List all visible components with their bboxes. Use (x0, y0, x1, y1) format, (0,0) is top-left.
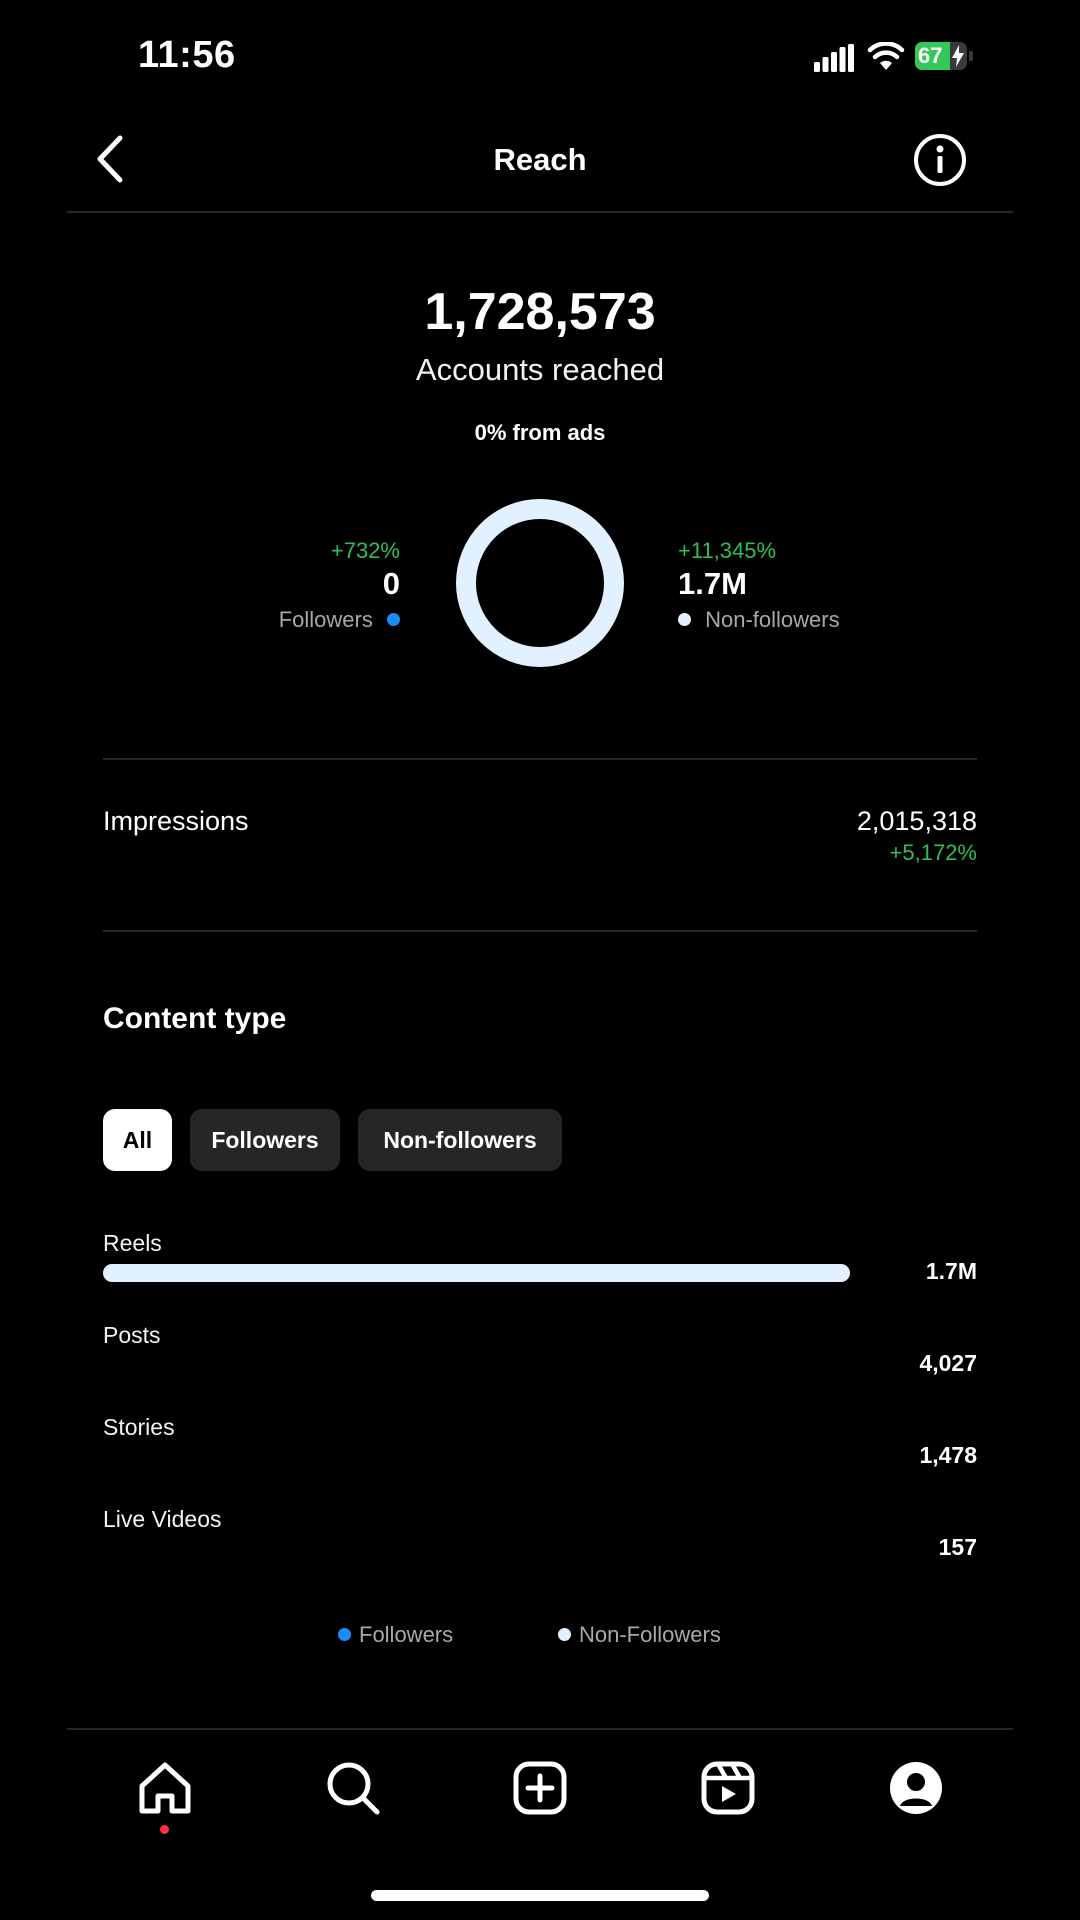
content-row-bar (103, 1448, 850, 1466)
reels-icon (701, 1761, 755, 1815)
non-followers-dot (678, 612, 691, 626)
followers-change: +732% (330, 538, 400, 563)
from-ads-label: 0% from ads (474, 420, 606, 445)
info-button[interactable] (913, 133, 967, 187)
followers-label: Followers (278, 607, 373, 632)
signal-icon (814, 44, 854, 72)
filter-non-followers-chip[interactable]: Non-followers (358, 1109, 562, 1171)
charging-bolt-icon (952, 45, 964, 67)
impressions-label: Impressions (103, 806, 249, 836)
content-row-value: 157 (938, 1534, 977, 1560)
nav-profile-button[interactable] (888, 1760, 944, 1816)
nav-divider (67, 1728, 1013, 1730)
non-followers-stat: +11,345% 1.7M Non-followers (678, 537, 918, 635)
legend-followers-label: Followers (359, 1622, 454, 1647)
followers-value: 0 (382, 566, 400, 601)
wifi-icon (867, 42, 905, 70)
followers-stat: +732% 0 Followers (200, 537, 400, 635)
filter-all-chip[interactable]: All (103, 1109, 172, 1171)
status-time: 11:56 (138, 34, 236, 76)
battery-indicator: 67 (915, 42, 967, 70)
non-followers-value: 1.7M (678, 566, 747, 601)
content-row-bar (103, 1540, 850, 1558)
home-indicator (371, 1890, 709, 1901)
content-type-title: Content type (103, 1002, 287, 1035)
search-icon (327, 1762, 380, 1815)
reels-bar-fill (103, 1264, 850, 1282)
content-row-label: Stories (103, 1414, 175, 1440)
nav-create-button[interactable] (512, 1760, 568, 1816)
create-icon (513, 1761, 567, 1815)
non-followers-change: +11,345% (678, 538, 777, 563)
content-row-bar (103, 1356, 850, 1374)
legend-non-followers: Non-Followers (558, 1622, 721, 1648)
content-row-bar (103, 1264, 850, 1282)
nav-home-button[interactable] (137, 1760, 193, 1816)
content-row-value: 1,478 (919, 1442, 977, 1468)
content-row-value: 1.7M (925, 1258, 977, 1284)
content-row-label: Reels (103, 1230, 162, 1256)
content-row-label: Live Videos (103, 1506, 222, 1532)
impressions-value: 2,015,318 (856, 806, 977, 836)
reach-donut-chart (456, 499, 624, 667)
content-row-value: 4,027 (919, 1350, 977, 1376)
battery-cap (969, 51, 973, 61)
impressions-change: +5,172% (889, 840, 977, 865)
info-icon (914, 134, 966, 186)
legend-non-followers-label: Non-Followers (579, 1622, 721, 1647)
nav-search-button[interactable] (325, 1760, 381, 1816)
legend-followers-dot (338, 1627, 351, 1641)
legend-non-followers-dot (558, 1627, 571, 1641)
followers-dot (387, 612, 400, 626)
accounts-reached-value: 1,728,573 (424, 283, 656, 341)
home-icon (139, 1762, 191, 1814)
header-divider (67, 211, 1013, 213)
filter-followers-chip[interactable]: Followers (190, 1109, 340, 1171)
non-followers-label: Non-followers (705, 607, 840, 632)
profile-icon (890, 1762, 942, 1814)
legend-followers: Followers (338, 1622, 453, 1648)
nav-reels-button[interactable] (700, 1760, 756, 1816)
section-divider (103, 758, 977, 760)
notification-dot (160, 1825, 169, 1834)
section-divider (103, 930, 977, 932)
accounts-reached-label: Accounts reached (415, 352, 665, 387)
content-row-label: Posts (103, 1322, 161, 1348)
